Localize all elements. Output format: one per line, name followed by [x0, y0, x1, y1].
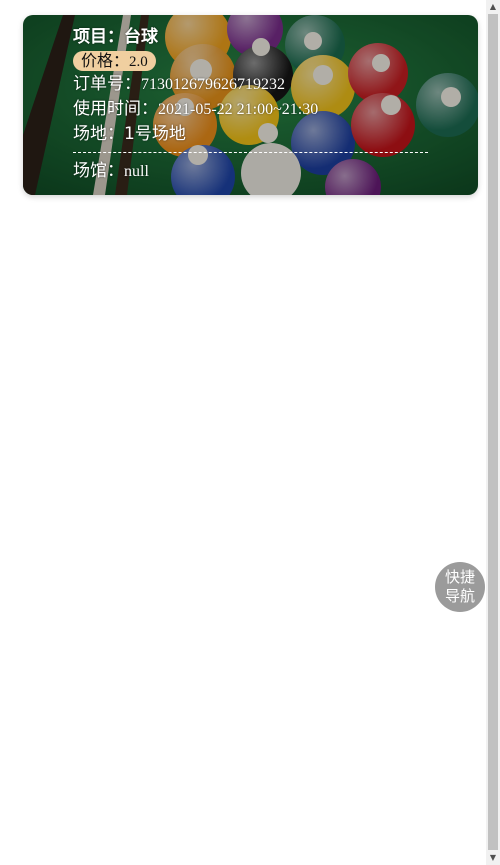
usage-time-value: 2021-05-22 21:00~21:30	[158, 101, 319, 118]
project-value: 台球	[124, 27, 158, 47]
venue-row: 场馆：null	[73, 159, 428, 184]
order-details: 项目：台球 价格：2.0 订单号：713012679626719232 使用时间…	[73, 25, 428, 184]
vertical-scrollbar[interactable]: ▲ ▼	[486, 0, 500, 865]
venue-value: null	[124, 163, 149, 180]
price-value: 2.0	[129, 54, 148, 70]
quick-nav-button[interactable]: 快捷 导航	[435, 562, 485, 612]
order-number-row: 订单号：713012679626719232	[73, 72, 428, 97]
quick-nav-line1: 快捷	[444, 568, 475, 586]
court-value: 1号场地	[124, 124, 186, 144]
quick-nav-line2: 导航	[444, 587, 475, 605]
project-label: 项目：	[73, 27, 124, 47]
triangle-up-icon[interactable]: ▲	[486, 0, 500, 14]
order-number-value: 713012679626719232	[141, 76, 285, 93]
triangle-down-icon[interactable]: ▼	[486, 851, 500, 865]
page: 项目：台球 价格：2.0 订单号：713012679626719232 使用时间…	[0, 0, 500, 865]
order-number-label: 订单号：	[73, 74, 141, 94]
usage-time-row: 使用时间：2021-05-22 21:00~21:30	[73, 97, 428, 122]
project-row: 项目：台球	[73, 25, 428, 49]
court-label: 场地：	[73, 124, 124, 144]
usage-time-label: 使用时间：	[73, 99, 158, 119]
order-card[interactable]: 项目：台球 价格：2.0 订单号：713012679626719232 使用时间…	[23, 15, 478, 195]
scrollbar-thumb[interactable]	[488, 14, 498, 850]
court-row: 场地：1号场地	[73, 122, 428, 146]
venue-label: 场馆：	[73, 161, 124, 181]
price-badge: 价格：2.0	[73, 51, 156, 71]
price-label: 价格：	[81, 51, 130, 70]
dashed-divider	[73, 152, 428, 153]
